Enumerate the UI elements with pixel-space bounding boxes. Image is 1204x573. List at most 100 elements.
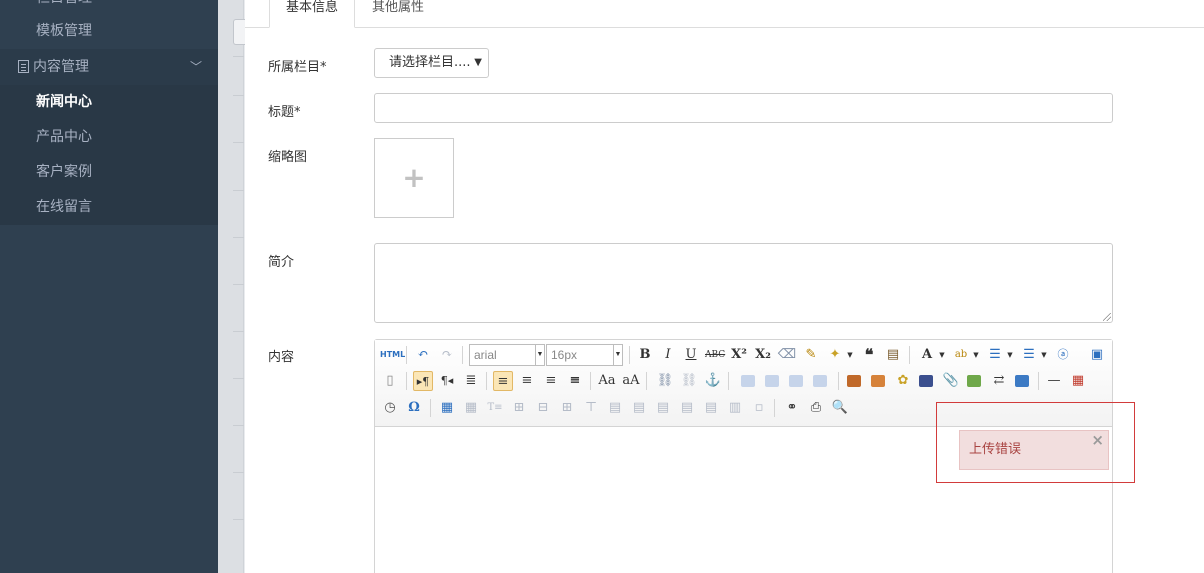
page-break-icon[interactable]: ⇄	[989, 371, 1009, 391]
category-select[interactable]: 请选择栏目.... ▼	[374, 48, 489, 78]
link-icon[interactable]: ⛓	[655, 371, 675, 391]
eraser-icon[interactable]: ⌫	[777, 345, 797, 365]
superscript-icon[interactable]: X²	[729, 345, 749, 365]
toolbar-separator	[774, 399, 775, 417]
ltr-direction-icon[interactable]: ▸¶	[413, 371, 433, 391]
caret-down-icon[interactable]: ▼	[1000, 345, 1020, 365]
thumbnail-upload-button[interactable]: +	[374, 138, 454, 218]
new-document-icon[interactable]: ▯	[380, 371, 400, 391]
merge-right-icon[interactable]: ▤	[629, 398, 649, 418]
merge-down-icon[interactable]: ▤	[653, 398, 673, 418]
caret-down-icon[interactable]: ▼	[840, 345, 860, 365]
sidebar-item-template-manage[interactable]: 模板管理	[0, 13, 218, 49]
image-left-icon[interactable]	[765, 375, 779, 387]
simple-upload-icon[interactable]	[847, 375, 861, 387]
toolbar-separator	[646, 372, 647, 390]
background-button-edge	[233, 19, 245, 45]
toolbar-separator	[406, 346, 407, 364]
html-source-button[interactable]: HTML	[380, 345, 405, 365]
resize-handle[interactable]	[1103, 313, 1111, 321]
split-cells-icon[interactable]: ▤	[677, 398, 697, 418]
font-family-value: arial	[474, 348, 497, 362]
sidebar-item-cases[interactable]: 客户案例	[0, 155, 218, 190]
insert-table-icon[interactable]: ▦	[437, 398, 457, 418]
insert-paragraph-before-table-icon[interactable]: T≡	[485, 398, 505, 418]
sidebar: 栏目管理 模板管理 内容管理 ﹀ 新闻中心 产品中心 客户案例 在线留言	[0, 0, 218, 573]
align-left-icon[interactable]: ≡	[493, 371, 513, 391]
image-right-icon[interactable]	[789, 375, 803, 387]
font-family-select[interactable]: arial ▼	[469, 344, 545, 366]
strip-line	[233, 56, 244, 57]
attachment-icon[interactable]: 📎	[941, 371, 961, 391]
caret-down-icon[interactable]: ▼	[1034, 345, 1054, 365]
template-icon[interactable]	[1015, 375, 1029, 387]
rtl-direction-icon[interactable]: ¶◂	[437, 371, 457, 391]
title-input[interactable]	[374, 93, 1113, 123]
sidebar-item-news[interactable]: 新闻中心	[0, 85, 218, 120]
horizontal-rule-icon[interactable]: —	[1044, 371, 1064, 391]
align-right-icon[interactable]: ≡	[541, 371, 561, 391]
lowercase-icon[interactable]: aA	[621, 371, 641, 391]
subscript-icon[interactable]: X₂	[753, 345, 773, 365]
toolbar-separator	[909, 346, 910, 364]
delete-col-icon[interactable]: ⊤	[581, 398, 601, 418]
merge-cells-icon[interactable]: ▤	[605, 398, 625, 418]
time-icon[interactable]: ◷	[380, 398, 400, 418]
chart-icon[interactable]: ▫	[749, 398, 769, 418]
align-justify-icon[interactable]: ≡	[565, 371, 585, 391]
thumbnail-label: 缩略图	[268, 150, 308, 165]
font-size-select[interactable]: 16px ▼	[546, 344, 623, 366]
caret-down-icon[interactable]: ▼	[932, 345, 952, 365]
italic-icon[interactable]: I	[658, 345, 678, 365]
underline-icon[interactable]: U	[681, 345, 701, 365]
print-icon[interactable]: ⎙	[806, 398, 826, 418]
split-rows-icon[interactable]: ▤	[701, 398, 721, 418]
align-center-icon[interactable]: ≡	[517, 371, 537, 391]
sidebar-section-content-manage[interactable]: 内容管理 ﹀	[0, 49, 218, 85]
insert-row-icon[interactable]: ⊞	[509, 398, 529, 418]
map-icon[interactable]	[967, 375, 981, 387]
strikethrough-icon[interactable]: ABC	[705, 345, 725, 365]
image-none-icon[interactable]	[741, 375, 755, 387]
insert-image-icon[interactable]	[871, 375, 885, 387]
sidebar-item-messages[interactable]: 在线留言	[0, 190, 218, 225]
sidebar-item-category-manage[interactable]: 栏目管理	[0, 0, 218, 13]
anchor-icon[interactable]: ⚓	[703, 371, 723, 391]
category-select-value: 请选择栏目....	[389, 55, 471, 70]
toolbar-separator	[406, 372, 407, 390]
fullscreen-icon[interactable]: ▣	[1087, 345, 1107, 365]
uppercase-icon[interactable]: Aa	[597, 371, 617, 391]
format-brush-icon[interactable]: ✎	[801, 345, 821, 365]
unlink-icon[interactable]: ⛓	[679, 371, 699, 391]
delete-table-icon[interactable]: ▦	[461, 398, 481, 418]
redo-icon[interactable]: ↷	[437, 345, 457, 365]
date-icon[interactable]: ▦	[1068, 371, 1088, 391]
blockquote-icon[interactable]: ❝	[859, 345, 879, 365]
insert-frame-icon[interactable]: ⓐ	[1053, 345, 1073, 365]
indent-icon[interactable]: ≣	[461, 371, 481, 391]
toolbar-separator	[430, 399, 431, 417]
special-chars-icon[interactable]: Ω	[404, 398, 424, 418]
bold-icon[interactable]: B	[635, 345, 655, 365]
tab-basic-info[interactable]: 基本信息	[269, 0, 355, 28]
sidebar-sub-list: 新闻中心 产品中心 客户案例 在线留言	[0, 85, 218, 225]
close-icon[interactable]: ×	[1091, 421, 1104, 459]
summary-textarea[interactable]	[374, 243, 1113, 323]
image-center-icon[interactable]	[813, 375, 827, 387]
strip-line	[233, 331, 244, 332]
preview-icon[interactable]: 🔍	[830, 398, 850, 418]
caret-down-icon[interactable]: ▼	[966, 345, 986, 365]
paste-plain-icon[interactable]: ▤	[883, 345, 903, 365]
emotion-icon[interactable]: ✿	[893, 371, 913, 391]
tab-other-attributes[interactable]: 其他属性	[372, 0, 424, 28]
insert-col-icon[interactable]: ⊞	[557, 398, 577, 418]
delete-row-icon[interactable]: ⊟	[533, 398, 553, 418]
upload-error-alert: 上传错误 ×	[959, 430, 1109, 470]
undo-icon[interactable]: ↶	[413, 345, 433, 365]
strip-line	[233, 237, 244, 238]
search-replace-icon[interactable]: ⚭	[782, 398, 802, 418]
insert-video-icon[interactable]	[919, 375, 933, 387]
toolbar-separator	[590, 372, 591, 390]
sidebar-item-products[interactable]: 产品中心	[0, 120, 218, 155]
split-cols-icon[interactable]: ▥	[725, 398, 745, 418]
